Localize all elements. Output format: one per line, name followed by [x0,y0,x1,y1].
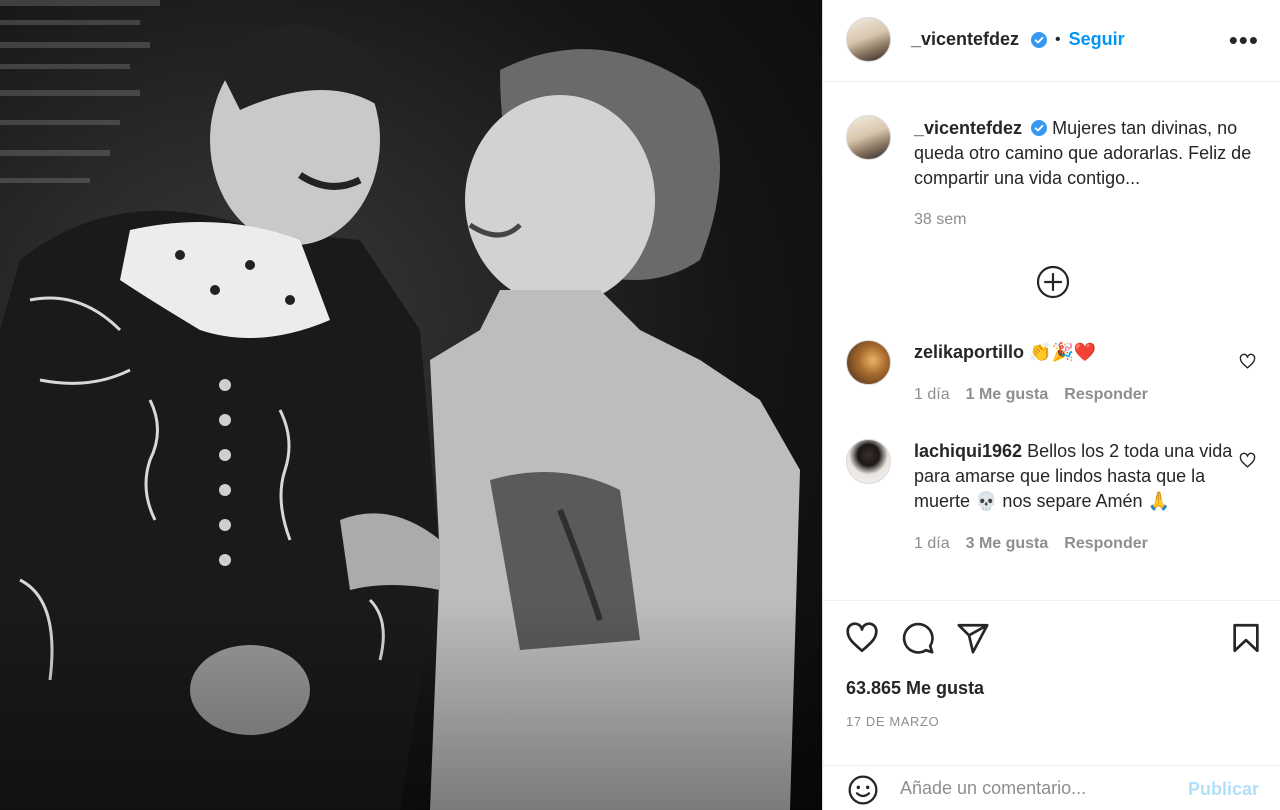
post-date[interactable]: 17 DE MARZO [846,714,939,729]
comment-reply-button[interactable]: Responder [1064,382,1148,407]
caption-author-avatar[interactable] [846,115,891,160]
comment-text: 👏🎉❤️ [1029,342,1097,362]
verified-badge-icon [1031,120,1048,136]
comment-username[interactable]: lachiqui1962 [914,441,1022,461]
comment-likes[interactable]: 1 Me gusta [966,382,1049,407]
follow-button[interactable]: Seguir [1069,29,1125,50]
post-header: _vicentefdez • Seguir ••• [823,0,1280,82]
comment-item: zelikaportillo 👏🎉❤️ 1 día 1 Me gusta Res… [914,340,1244,407]
share-icon[interactable] [956,621,990,655]
comment-icon[interactable] [901,621,935,655]
header-separator: • [1055,30,1061,48]
bookmark-icon[interactable] [1229,621,1263,655]
heart-icon[interactable] [845,621,879,655]
verified-badge-icon [1031,31,1048,48]
comment-composer: Publicar [823,765,1280,810]
caption-time[interactable]: 38 sem [914,207,1254,232]
comment-input[interactable] [900,778,1170,799]
likes-count[interactable]: 63.865 Me gusta [846,678,984,699]
comment-item: lachiqui1962 Bellos los 2 toda una vida … [914,439,1244,556]
post-photo[interactable] [0,0,822,810]
comment-avatar[interactable] [846,340,891,385]
comment-likes[interactable]: 3 Me gusta [966,531,1049,556]
author-avatar[interactable] [846,17,891,62]
photo-illustration [0,0,822,810]
more-options-icon[interactable]: ••• [1229,27,1259,53]
comment-username[interactable]: zelikaportillo [914,342,1024,362]
comment-reply-button[interactable]: Responder [1064,531,1148,556]
author-username[interactable]: _vicentefdez [911,29,1019,50]
author-row: _vicentefdez • Seguir [911,29,1125,50]
comment-time[interactable]: 1 día [914,382,950,407]
comment-meta: 1 día 3 Me gusta Responder [914,531,1244,556]
publish-button[interactable]: Publicar [1188,779,1259,800]
comment-meta: 1 día 1 Me gusta Responder [914,382,1244,407]
caption: _vicentefdez Mujeres tan divinas, no que… [914,116,1254,232]
caption-username[interactable]: _vicentefdez [914,118,1022,138]
comment-time[interactable]: 1 día [914,531,950,556]
load-more-comments-icon[interactable] [1036,265,1070,299]
comment-like-heart-icon[interactable] [1239,353,1256,370]
comment-like-heart-icon[interactable] [1239,452,1256,469]
post-side-panel: _vicentefdez • Seguir ••• _vicentefdez M… [822,0,1280,810]
comment-avatar[interactable] [846,439,891,484]
emoji-icon[interactable] [847,774,879,806]
